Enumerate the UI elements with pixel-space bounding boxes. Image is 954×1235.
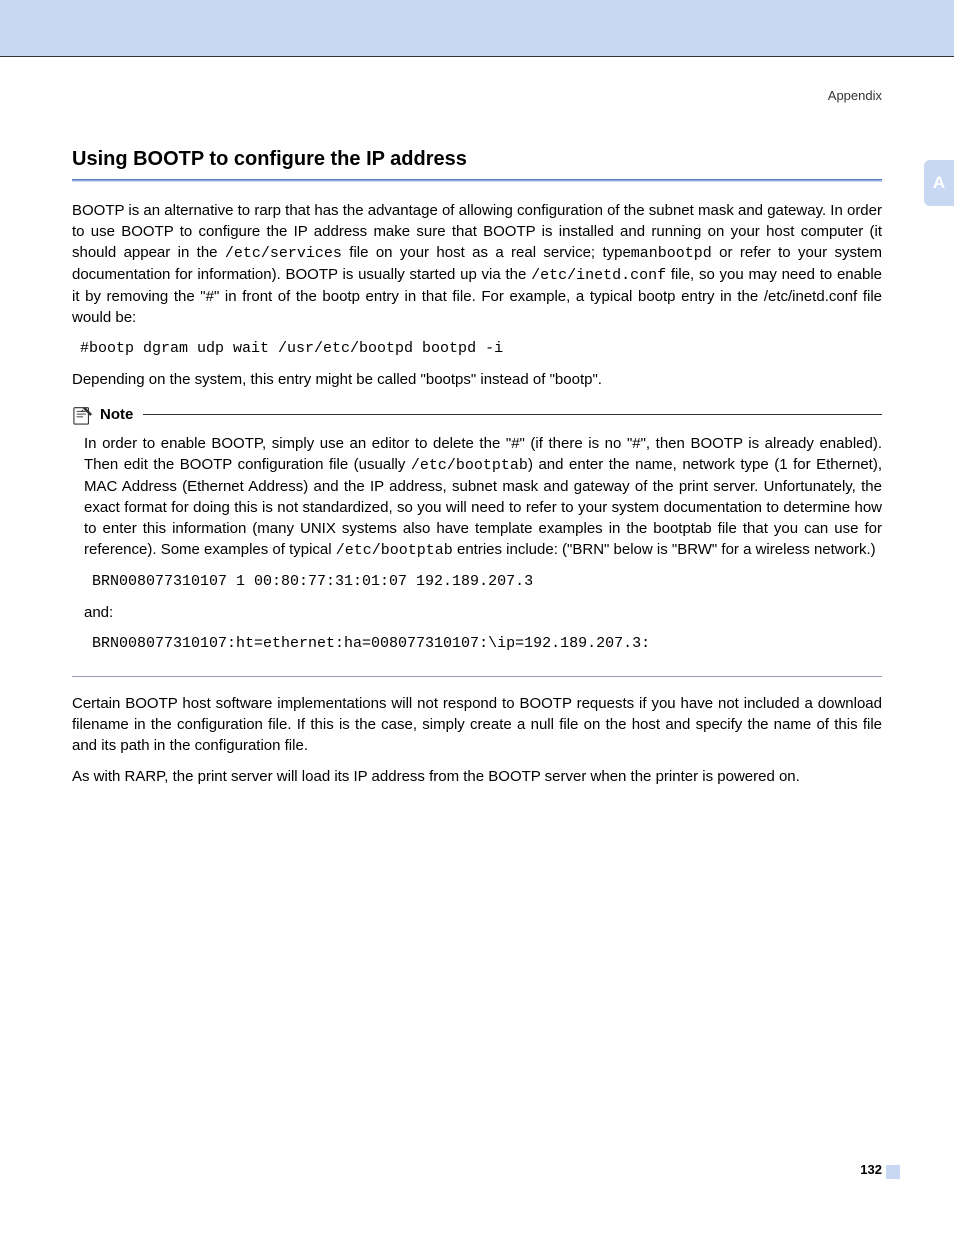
note-body: In order to enable BOOTP, simply use an … bbox=[72, 433, 882, 677]
p1-code-1: /etc/services bbox=[225, 245, 342, 262]
note-rule bbox=[143, 414, 882, 415]
appendix-tab-label: A bbox=[933, 171, 945, 195]
page-number-accent bbox=[886, 1165, 900, 1179]
note-paragraph-1: In order to enable BOOTP, simply use an … bbox=[84, 433, 882, 561]
paragraph-3: Certain BOOTP host software implementati… bbox=[72, 693, 882, 756]
top-banner bbox=[0, 0, 954, 56]
code-block-1: #bootp dgram udp wait /usr/etc/bootpd bo… bbox=[80, 338, 882, 359]
p1-code-2: manbootpd bbox=[631, 245, 712, 262]
note-code-2: BRN008077310107:ht=ethernet:ha=008077310… bbox=[92, 633, 882, 654]
paragraph-4: As with RARP, the print server will load… bbox=[72, 766, 882, 787]
note-label: Note bbox=[100, 404, 133, 425]
p1-text-b: file on your host as a real service; typ… bbox=[342, 244, 631, 261]
p1-code-3: /etc/inetd.conf bbox=[531, 267, 666, 284]
np1-code-1: /etc/bootptab bbox=[411, 457, 528, 474]
note-header: Note bbox=[72, 404, 882, 425]
page-number: 132 bbox=[860, 1161, 882, 1179]
breadcrumb: Appendix bbox=[72, 87, 882, 105]
note-icon bbox=[72, 405, 94, 425]
np1-text-c: entries include: ("BRN" below is "BRW" f… bbox=[453, 541, 876, 558]
paragraph-1: BOOTP is an alternative to rarp that has… bbox=[72, 200, 882, 328]
note-and: and: bbox=[84, 602, 882, 623]
appendix-tab: A bbox=[924, 160, 954, 206]
np1-code-2: /etc/bootptab bbox=[336, 542, 453, 559]
section-title: Using BOOTP to configure the IP address bbox=[72, 145, 882, 173]
title-underline bbox=[72, 179, 882, 182]
note-code-1: BRN008077310107 1 00:80:77:31:01:07 192.… bbox=[92, 571, 882, 592]
page-content: Appendix Using BOOTP to configure the IP… bbox=[0, 57, 954, 787]
paragraph-2: Depending on the system, this entry migh… bbox=[72, 369, 882, 390]
